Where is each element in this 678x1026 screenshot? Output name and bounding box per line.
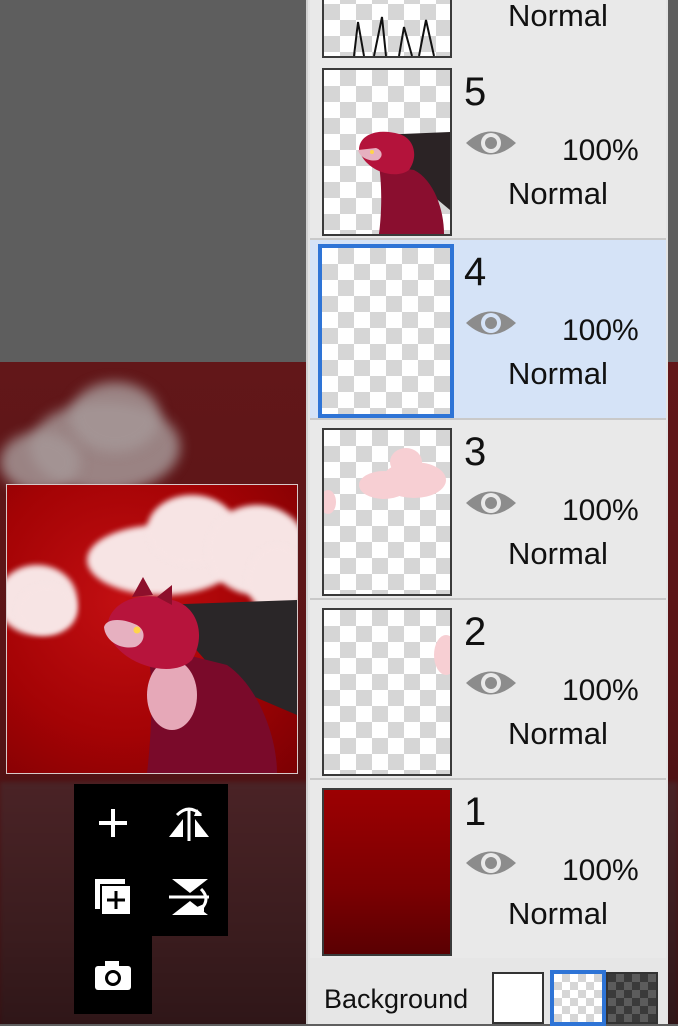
layer-thumbnail — [322, 428, 452, 596]
layer-blend-mode[interactable]: Normal — [508, 356, 608, 392]
duplicate-layer-icon[interactable] — [88, 872, 138, 922]
artwork-preview — [6, 484, 298, 774]
layer-blend-mode[interactable]: Normal — [508, 176, 608, 212]
layer-number: 1 — [464, 790, 487, 834]
layer-blend-mode[interactable]: Normal — [508, 536, 608, 572]
layer-number: 3 — [464, 430, 487, 474]
layer-thumbnail — [322, 0, 452, 58]
layer-number: 4 — [464, 250, 487, 294]
layers-panel: Normal 5 100% Normal 4 100% Normal 3 100… — [306, 0, 668, 1026]
creature-illustration — [104, 577, 297, 773]
layer-blend-mode[interactable]: Normal — [508, 896, 608, 932]
background-selector: Background — [310, 958, 666, 1026]
layer-row-3[interactable]: 3 100% Normal — [310, 420, 666, 600]
layer-number: 2 — [464, 610, 487, 654]
layer-row-partial[interactable]: Normal — [310, 0, 666, 62]
layer-toolbox — [74, 784, 228, 936]
layer-row-4[interactable]: 4 100% Normal — [310, 240, 666, 420]
layer-blend-mode[interactable]: Normal — [508, 716, 608, 752]
camera-icon[interactable] — [88, 950, 138, 1000]
layer-toolbox-extension — [74, 936, 152, 1014]
background-label: Background — [324, 984, 469, 1014]
layer-thumbnail — [322, 788, 452, 956]
layer-blend-mode[interactable]: Normal — [508, 0, 608, 34]
layer-opacity[interactable]: 100% — [562, 494, 639, 528]
layer-row-2[interactable]: 2 100% Normal — [310, 600, 666, 780]
layer-thumbnail — [322, 608, 452, 776]
layer-row-5[interactable]: 5 100% Normal — [310, 60, 666, 240]
visibility-eye-icon[interactable] — [464, 846, 518, 880]
layer-opacity[interactable]: 100% — [562, 314, 639, 348]
dark-checker-swatch[interactable] — [606, 972, 658, 1024]
visibility-eye-icon[interactable] — [464, 306, 518, 340]
layer-number: 5 — [464, 70, 487, 114]
visibility-eye-icon[interactable] — [464, 666, 518, 700]
layer-opacity[interactable]: 100% — [562, 134, 639, 168]
layer-opacity[interactable]: 100% — [562, 854, 639, 888]
layer-thumbnail — [322, 68, 452, 236]
add-layer-icon[interactable] — [88, 798, 138, 848]
layer-opacity[interactable]: 100% — [562, 674, 639, 708]
white-swatch[interactable] — [492, 972, 544, 1024]
transparent-swatch[interactable] — [550, 970, 606, 1026]
layer-thumbnail — [318, 244, 454, 418]
visibility-eye-icon[interactable] — [464, 486, 518, 520]
layer-row-1[interactable]: 1 100% Normal — [310, 780, 666, 960]
flip-vertical-icon[interactable] — [164, 872, 214, 922]
visibility-eye-icon[interactable] — [464, 126, 518, 160]
flip-horizontal-icon[interactable] — [164, 798, 214, 848]
